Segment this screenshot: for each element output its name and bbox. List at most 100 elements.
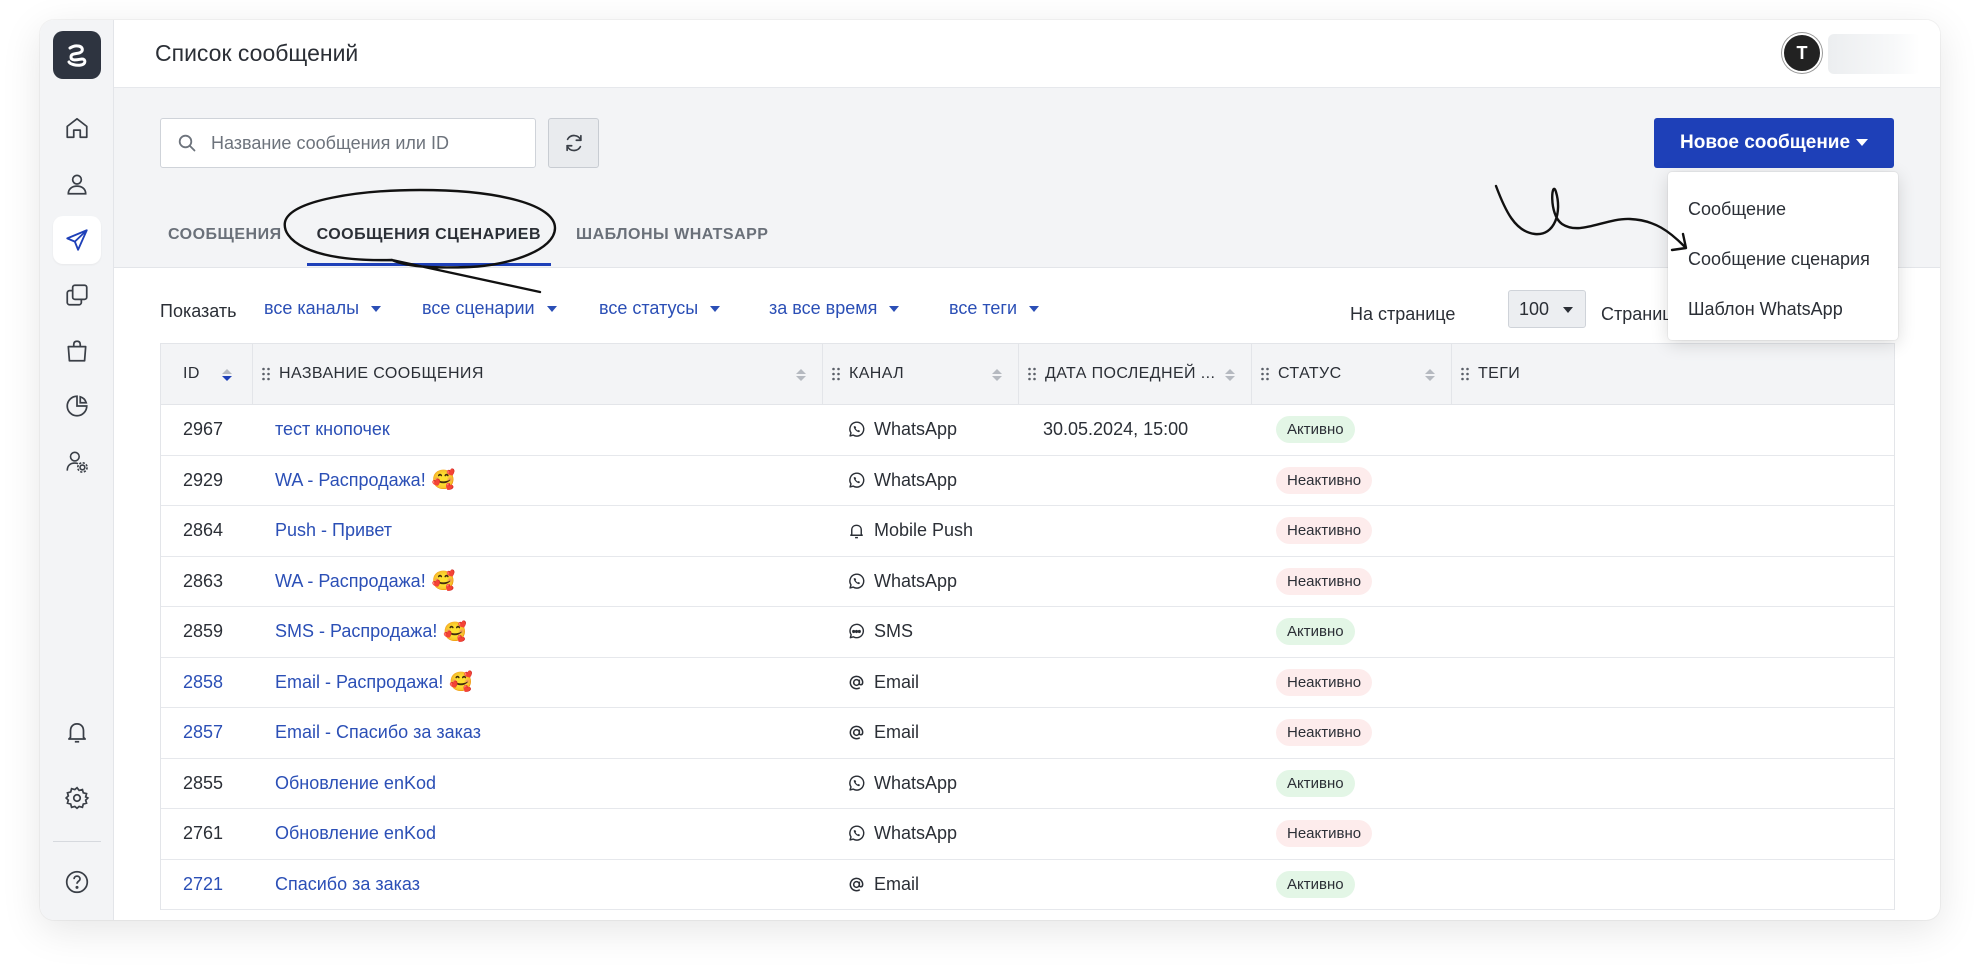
sidebar-item-settings[interactable] (53, 774, 101, 822)
row-name-link[interactable]: WA - Распродажа! (275, 470, 426, 491)
sidebar-item-shop[interactable] (53, 327, 101, 375)
filter-tags-label: все теги (949, 298, 1018, 318)
new-message-button[interactable]: Новое сообщение (1654, 118, 1894, 168)
dropdown-item-message[interactable]: Сообщение (1668, 184, 1898, 234)
new-message-button-label: Новое сообщение (1680, 132, 1851, 153)
row-name-link[interactable]: Email - Спасибо за заказ (275, 722, 481, 743)
sidebar-item-contacts[interactable] (53, 160, 101, 208)
row-name-link[interactable]: Спасибо за заказ (275, 874, 420, 895)
row-id[interactable]: 2721 (161, 874, 253, 895)
row-name-link[interactable]: SMS - Распродажа! (275, 621, 437, 642)
row-name[interactable]: Email - Спасибо за заказ (253, 722, 823, 743)
app-logo[interactable] (53, 31, 101, 79)
drag-handle-icon[interactable] (1027, 367, 1037, 381)
filter-statuses[interactable]: все статусы (599, 298, 721, 319)
drag-handle-icon[interactable] (831, 367, 841, 381)
row-date: 30.05.2024, 15:00 (1043, 419, 1189, 440)
drag-handle-icon[interactable] (1260, 367, 1270, 381)
row-name[interactable]: Обновление enKod (253, 773, 823, 794)
column-header-name[interactable]: НАЗВАНИЕ СООБЩЕНИЯ (253, 344, 823, 404)
sort-icon[interactable] (1225, 369, 1235, 381)
row-name-link[interactable]: WA - Распродажа! (275, 571, 426, 592)
row-name-link[interactable]: Push - Привет (275, 520, 392, 541)
table-row[interactable]: 2761 Обновление enKod WhatsApp Неактивно (161, 809, 1894, 860)
row-id: 2859 (183, 621, 224, 642)
search-box[interactable] (160, 118, 536, 168)
bell-icon (847, 521, 874, 540)
tab-scenario-messages[interactable]: СООБЩЕНИЯ СЦЕНАРИЕВ (306, 218, 552, 266)
row-name-link[interactable]: Обновление enKod (275, 823, 436, 844)
row-name[interactable]: WA - Распродажа! 🥰 (253, 569, 823, 593)
email-icon (847, 723, 874, 742)
column-header-channel[interactable]: КАНАЛ (823, 344, 1019, 404)
row-channel-label: SMS (874, 621, 914, 642)
sort-icon[interactable] (1425, 369, 1435, 381)
table-row[interactable]: 2858 Email - Распродажа! 🥰 Email Неактивно (161, 657, 1894, 708)
avatar[interactable]: T (1782, 33, 1822, 73)
column-header-id[interactable]: ID (161, 344, 253, 404)
per-page-select[interactable]: 100 (1508, 290, 1586, 328)
sidebar-item-help[interactable] (53, 858, 101, 906)
drag-handle-icon[interactable] (261, 367, 271, 381)
messages-table: ID НАЗВАНИЕ СООБЩЕНИЯ КАНАЛ ДАТА ПОСЛЕДН… (160, 343, 1895, 910)
table-row[interactable]: 2855 Обновление enKod WhatsApp Активно (161, 758, 1894, 809)
column-header-label: ТЕГИ (1478, 365, 1521, 382)
sort-icon[interactable] (796, 369, 806, 381)
row-name[interactable]: WA - Распродажа! 🥰 (253, 468, 823, 492)
row-name[interactable]: Обновление enKod (253, 823, 823, 844)
filter-channels[interactable]: все каналы (264, 298, 382, 319)
row-channel-label: Mobile Push (874, 520, 974, 541)
table-row[interactable]: 2967 тест кнопочек WhatsApp 30.05.2024, 15:… (161, 405, 1894, 456)
user-icon (67, 174, 87, 195)
account-name-blurred[interactable] (1828, 34, 1920, 74)
table-row[interactable]: 2721 Спасибо за заказ Email Активно (161, 859, 1894, 910)
row-name[interactable]: тест кнопочек (253, 419, 823, 440)
drag-handle-icon[interactable] (1460, 367, 1470, 381)
dropdown-item-whatsapp-template[interactable]: Шаблон WhatsApp (1668, 284, 1898, 334)
table-row[interactable]: 2929 WA - Распродажа! 🥰 WhatsApp Неактивно (161, 455, 1894, 506)
filter-tags[interactable]: все теги (949, 298, 1040, 319)
row-name[interactable]: Email - Распродажа! 🥰 (253, 670, 823, 694)
sidebar-item-analytics[interactable] (53, 382, 101, 430)
caret-down-icon (546, 305, 557, 312)
column-header-tags[interactable]: ТЕГИ (1452, 344, 1894, 404)
row-name-link[interactable]: тест кнопочек (275, 419, 390, 440)
whatsapp-icon (847, 774, 874, 793)
row-channel: WhatsApp (823, 571, 1019, 592)
filter-scenarios[interactable]: все сценарии (422, 298, 557, 319)
refresh-button[interactable] (548, 118, 599, 168)
row-name-link[interactable]: Обновление enKod (275, 773, 436, 794)
new-message-dropdown: Сообщение Сообщение сценария Шаблон What… (1668, 172, 1898, 340)
row-id: 2967 (183, 419, 224, 440)
tab-messages[interactable]: СООБЩЕНИЯ (158, 218, 292, 266)
sidebar-item-home[interactable] (53, 104, 101, 152)
row-name[interactable]: SMS - Распродажа! 🥰 (253, 620, 823, 644)
table-row[interactable]: 2859 SMS - Распродажа! 🥰 SMS Активно (161, 607, 1894, 658)
sort-icon[interactable] (222, 369, 232, 381)
row-id[interactable]: 2858 (161, 672, 253, 693)
sort-icon[interactable] (992, 369, 1002, 381)
row-id[interactable]: 2857 (161, 722, 253, 743)
row-name[interactable]: Push - Привет (253, 520, 823, 541)
sidebar-item-user-settings[interactable] (53, 438, 101, 486)
sidebar-item-notifications[interactable] (53, 708, 101, 756)
table-row[interactable]: 2857 Email - Спасибо за заказ Email Неактив… (161, 708, 1894, 759)
email-icon (847, 875, 874, 894)
search-input[interactable] (209, 131, 509, 155)
tab-whatsapp-templates[interactable]: ШАБЛОНЫ WHATSAPP (566, 218, 778, 266)
per-page-label: На странице (1350, 304, 1456, 324)
column-header-date[interactable]: ДАТА ПОСЛЕДНЕЙ ... (1019, 344, 1252, 404)
sidebar-item-messages[interactable] (53, 216, 101, 264)
table-row[interactable]: 2863 WA - Распродажа! 🥰 WhatsApp Неактивно (161, 556, 1894, 607)
filter-period[interactable]: за все время (769, 298, 900, 319)
row-channel: Email (823, 722, 1019, 743)
filters-row: Показать все каналы все сценарии все ста… (160, 290, 1894, 330)
sidebar-item-templates[interactable] (53, 271, 101, 319)
dropdown-item-scenario-message[interactable]: Сообщение сценария (1668, 234, 1898, 284)
row-name-link[interactable]: Email - Распродажа! (275, 672, 443, 693)
row-status: Неактивно (1252, 567, 1452, 595)
column-header-status[interactable]: СТАТУС (1252, 344, 1452, 404)
table-row[interactable]: 2864 Push - Привет Mobile Push Неактивно (161, 506, 1894, 557)
row-name[interactable]: Спасибо за заказ (253, 874, 823, 895)
row-status: Активно (1252, 769, 1452, 797)
